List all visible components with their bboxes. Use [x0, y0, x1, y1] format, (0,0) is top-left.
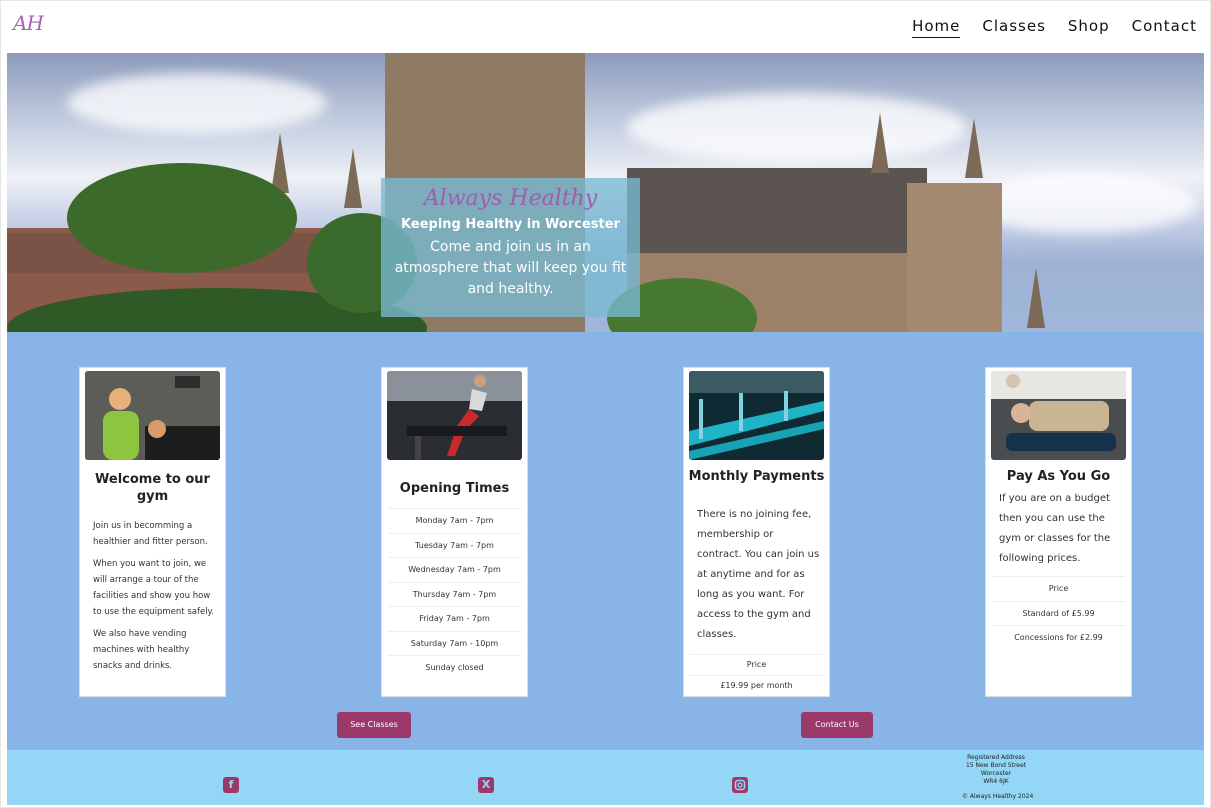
hero-cloud — [627, 93, 967, 163]
opening-time-row: Tuesday 7am - 7pm — [388, 532, 521, 558]
monthly-payments-image — [689, 371, 824, 460]
opening-times-image — [387, 371, 522, 460]
site-footer: f X Registered Address 15 New Bond Stree… — [7, 750, 1204, 805]
facebook-icon[interactable]: f — [223, 777, 239, 793]
gym-photo-illustration — [387, 371, 522, 460]
pay-as-you-go-image — [991, 371, 1126, 460]
card-title: Pay As You Go — [1006, 469, 1111, 484]
opening-time-row: Saturday 7am - 10pm — [388, 630, 521, 656]
card-title: Monthly Payments — [688, 469, 825, 484]
instagram-icon[interactable] — [732, 777, 748, 793]
x-twitter-icon[interactable]: X — [478, 777, 494, 793]
card-title: Welcome to our gym — [95, 472, 210, 504]
card-paragraph: When you want to join, we will arrange a… — [93, 559, 215, 617]
logo[interactable]: AH — [13, 11, 44, 35]
nav-home-link[interactable]: Home — [912, 17, 961, 38]
opening-time-row: Friday 7am - 7pm — [388, 606, 521, 631]
hero-text: Come and join us in an atmosphere that w… — [394, 239, 627, 297]
payg-price-list: Price Standard of £5.99 Concessions for … — [992, 576, 1125, 650]
opening-times-list: Monday 7am - 7pm Tuesday 7am - 7pm Wedne… — [388, 508, 521, 680]
price-row: £19.99 per month — [690, 675, 823, 696]
registered-address: Registered Address 15 New Bond Street Wo… — [951, 754, 1041, 786]
nav-shop-link[interactable]: Shop — [1068, 17, 1110, 38]
price-row: Price — [992, 576, 1125, 601]
pay-as-you-go-card: Pay As You Go If you are on a budget the… — [985, 367, 1132, 697]
hero-spire — [1027, 268, 1045, 328]
card-text: Join us in becomming a healthier and fit… — [93, 518, 217, 680]
hero-tree — [67, 163, 297, 273]
trainer-photo-illustration — [85, 371, 220, 460]
monthly-payments-card: Monthly Payments There is no joining fee… — [683, 367, 830, 697]
hero-spire — [965, 118, 983, 178]
address-line: WR4 6JK — [983, 778, 1009, 785]
card-paragraph: There is no joining fee, membership or c… — [697, 509, 820, 640]
treadmill-photo-illustration — [689, 371, 824, 460]
cathedral-transept — [907, 183, 1002, 332]
address-line: Worcester — [980, 770, 1012, 777]
card-paragraph: If you are on a budget then you can use … — [999, 493, 1111, 564]
opening-time-row: Monday 7am - 7pm — [388, 508, 521, 533]
price-row: Concessions for £2.99 — [992, 625, 1125, 650]
opening-times-card: Opening Times Monday 7am - 7pm Tuesday 7… — [381, 367, 528, 697]
instagram-glyph — [734, 779, 746, 791]
card-title: Opening Times — [399, 481, 510, 496]
hero-subtitle: Keeping Healthy in Worcester — [401, 217, 620, 232]
opening-time-row: Thursday 7am - 7pm — [388, 581, 521, 607]
hero-spire — [344, 148, 362, 208]
stretching-photo-illustration — [991, 371, 1126, 460]
hero-script-title: Always Healthy — [423, 186, 598, 211]
monthly-price-list: Price £19.99 per month — [690, 654, 823, 696]
price-row: Standard of £5.99 — [992, 600, 1125, 626]
card-paragraph: We also have vending machines with healt… — [93, 629, 190, 671]
cathedral-roof — [627, 168, 927, 263]
nav-classes-link[interactable]: Classes — [982, 17, 1046, 38]
cards-section: Welcome to our gym Join us in becomming … — [7, 332, 1204, 750]
copyright-text: © Always Healthy 2024 — [962, 793, 1034, 800]
opening-time-row: Sunday closed — [388, 655, 521, 680]
opening-time-row: Wednesday 7am - 7pm — [388, 557, 521, 582]
hero-cloud — [67, 73, 327, 133]
welcome-image — [85, 371, 220, 460]
hero-text-box: Always Healthy Keeping Healthy in Worces… — [381, 178, 640, 317]
see-classes-button[interactable]: See Classes — [337, 712, 411, 738]
card-paragraph: Join us in becomming a healthier and fit… — [93, 521, 208, 547]
main-nav: Home Classes Shop Contact — [912, 17, 1197, 38]
nav-contact-link[interactable]: Contact — [1132, 17, 1197, 38]
site-header: AH Home Classes Shop Contact — [7, 3, 1204, 53]
hero-spire — [871, 113, 889, 173]
welcome-card: Welcome to our gym Join us in becomming … — [79, 367, 226, 697]
contact-us-button[interactable]: Contact Us — [801, 712, 873, 738]
hero-banner: Always Healthy Keeping Healthy in Worces… — [7, 53, 1204, 332]
address-line: 15 New Bond Street — [965, 762, 1027, 769]
address-line: Registered Address — [967, 754, 1025, 761]
price-row: Price — [690, 654, 823, 675]
